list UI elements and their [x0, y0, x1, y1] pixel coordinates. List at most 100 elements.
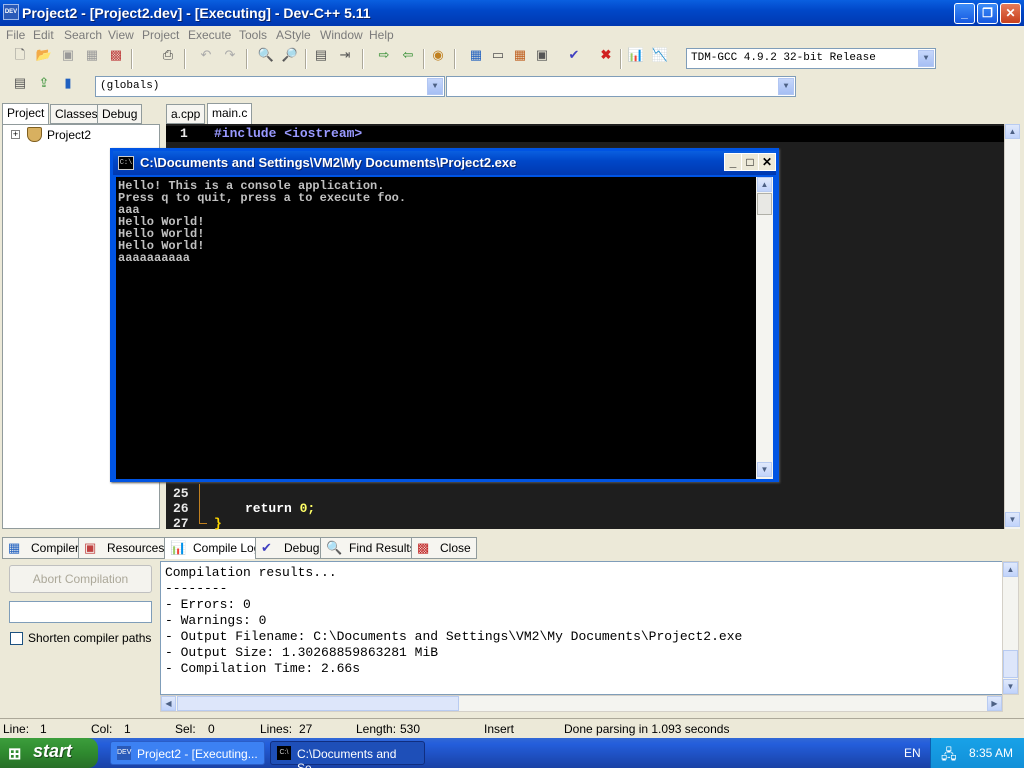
syntax-check-icon[interactable]: ✔ — [564, 45, 584, 65]
bookmark-icon[interactable]: ▮ — [58, 73, 78, 93]
run-icon[interactable]: ▭ — [488, 45, 508, 65]
remove-from-project-icon[interactable]: ⇦ — [398, 45, 418, 65]
tab-find-results[interactable]: 🔍 Find Results — [320, 537, 422, 559]
goto-icon[interactable]: ⇥ — [335, 45, 355, 65]
log-vertical-scrollbar[interactable]: ▲ ▼ — [1002, 561, 1019, 695]
code-line: #include <iostream> — [214, 126, 363, 141]
toolbar-separator — [423, 49, 425, 69]
status-lines-value: 27 — [299, 722, 313, 736]
rebuild-icon[interactable]: ▣ — [532, 45, 552, 65]
log-line: - Output Filename: C:\Documents and Sett… — [165, 629, 743, 644]
save-icon[interactable]: ▣ — [58, 45, 78, 65]
menu-execute[interactable]: Execute — [188, 28, 231, 42]
scroll-down-icon[interactable]: ▼ — [1005, 512, 1020, 527]
open-file-icon[interactable]: 📂 — [34, 45, 54, 65]
menu-file[interactable]: File — [6, 28, 25, 42]
toolbar-separator — [131, 49, 133, 69]
console-maximize-button[interactable]: □ — [741, 153, 759, 171]
console-window[interactable]: C:\ C:\Documents and Settings\VM2\My Doc… — [110, 148, 779, 482]
scroll-up-icon[interactable]: ▲ — [757, 177, 772, 192]
insert-icon[interactable]: ⇪ — [34, 73, 54, 93]
clock[interactable]: 8:35 AM — [969, 746, 1013, 760]
project-options-icon[interactable]: ◉ — [428, 45, 448, 65]
new-file-icon[interactable]: 🗋 — [10, 45, 30, 65]
tab-compiler-label: Compiler — [31, 541, 80, 555]
console-scrollbar[interactable]: ▲ ▼ — [756, 177, 773, 479]
goto-line-icon[interactable]: ▤ — [311, 45, 331, 65]
status-line-value: 1 — [40, 722, 47, 736]
minimize-button[interactable]: _ — [954, 3, 975, 24]
tab-resources[interactable]: ▣ Resources — [78, 537, 171, 559]
tab-main-c[interactable]: main.c — [207, 103, 253, 124]
tab-compiler[interactable]: ▦ Compiler — [2, 537, 86, 559]
tab-debug[interactable]: Debug — [97, 104, 143, 124]
menu-view[interactable]: View — [108, 28, 134, 42]
menu-help[interactable]: Help — [369, 28, 394, 42]
menu-tools[interactable]: Tools — [239, 28, 267, 42]
find-icon[interactable]: 🔍 — [256, 45, 276, 65]
scroll-thumb[interactable] — [757, 193, 772, 215]
chevron-down-icon[interactable]: ▼ — [427, 78, 443, 95]
shorten-paths-checkbox[interactable] — [10, 632, 23, 645]
undo-icon[interactable]: ↶ — [196, 45, 216, 65]
close-file-icon[interactable]: ▩ — [106, 45, 126, 65]
tab-compile-log[interactable]: 📊 Compile Log — [164, 537, 267, 559]
console-close-button[interactable]: ✕ — [758, 153, 776, 171]
menu-search[interactable]: Search — [64, 28, 102, 42]
stop-execution-icon[interactable]: ✖ — [596, 45, 616, 65]
start-button[interactable]: ⊞ start — [0, 738, 98, 768]
chevron-down-icon[interactable]: ▼ — [918, 50, 934, 67]
scope-select[interactable]: (globals) ▼ — [95, 76, 445, 97]
scroll-thumb[interactable] — [1003, 650, 1018, 678]
taskbar-item-devcpp[interactable]: DEV Project2 - [Executing... — [110, 741, 265, 765]
abort-compilation-button[interactable]: Abort Compilation — [9, 565, 152, 593]
network-icon[interactable]: 🖧 — [941, 744, 957, 768]
tab-a-cpp[interactable]: a.cpp — [166, 104, 206, 124]
chevron-down-icon[interactable]: ▼ — [778, 78, 794, 95]
console-minimize-button[interactable]: _ — [724, 153, 742, 171]
profile-icon[interactable]: 📊 — [626, 45, 646, 65]
console-output[interactable]: Hello! This is a console application. Pr… — [116, 177, 756, 479]
window-title-bar[interactable]: DEV Project2 - [Project2.dev] - [Executi… — [0, 0, 1024, 26]
close-button[interactable]: ✕ — [1000, 3, 1021, 24]
compile-run-icon[interactable]: ▦ — [510, 45, 530, 65]
maximize-button[interactable]: ❐ — [977, 3, 998, 24]
redo-icon[interactable]: ↷ — [220, 45, 240, 65]
tree-expand-icon[interactable]: + — [11, 130, 20, 139]
tab-close[interactable]: ▩ Close — [411, 537, 477, 559]
add-to-project-icon[interactable]: ⇨ — [374, 45, 394, 65]
tab-project[interactable]: Project — [2, 103, 50, 124]
tab-debug-bottom[interactable]: ✔ Debug — [255, 537, 326, 559]
scroll-up-icon[interactable]: ▲ — [1003, 562, 1018, 577]
menu-project[interactable]: Project — [142, 28, 179, 42]
new-class-icon[interactable]: ▤ — [10, 73, 30, 93]
tab-classes[interactable]: Classes — [50, 104, 103, 124]
status-length-label: Length: — [356, 722, 397, 736]
compiler-select[interactable]: TDM-GCC 4.9.2 32-bit Release ▼ — [686, 48, 936, 69]
editor-scrollbar[interactable]: ▲ ▼ — [1004, 124, 1020, 529]
log-horizontal-scrollbar[interactable]: ◀ ▶ — [160, 695, 1003, 712]
resources-icon: ▣ — [84, 540, 97, 555]
compile-log-output[interactable]: Compilation results... -------- - Errors… — [160, 561, 1004, 695]
language-indicator[interactable]: EN — [904, 746, 921, 760]
delete-profile-icon[interactable]: 📉 — [650, 45, 670, 65]
menu-astyle[interactable]: AStyle — [276, 28, 311, 42]
compiler-progress-field[interactable] — [9, 601, 152, 623]
scroll-up-icon[interactable]: ▲ — [1005, 124, 1020, 139]
menu-edit[interactable]: Edit — [33, 28, 54, 42]
scroll-right-icon[interactable]: ▶ — [987, 696, 1002, 711]
compile-icon[interactable]: ▦ — [466, 45, 486, 65]
tree-item-project2[interactable]: Project2 — [47, 128, 91, 142]
print-icon[interactable]: ⎙ — [158, 45, 178, 65]
scroll-thumb[interactable] — [177, 696, 459, 711]
compiler-controls: Abort Compilation Shorten compiler paths — [2, 559, 160, 719]
scroll-left-icon[interactable]: ◀ — [161, 696, 176, 711]
scroll-down-icon[interactable]: ▼ — [1003, 679, 1018, 694]
console-title-bar[interactable]: C:\ C:\Documents and Settings\VM2\My Doc… — [113, 151, 776, 175]
replace-icon[interactable]: 🔎 — [280, 45, 300, 65]
menu-window[interactable]: Window — [320, 28, 363, 42]
scroll-down-icon[interactable]: ▼ — [757, 462, 772, 477]
taskbar-item-console[interactable]: C:\ C:\Documents and Se... — [270, 741, 425, 768]
save-all-icon[interactable]: ▦ — [82, 45, 102, 65]
function-select[interactable]: ▼ — [446, 76, 796, 97]
